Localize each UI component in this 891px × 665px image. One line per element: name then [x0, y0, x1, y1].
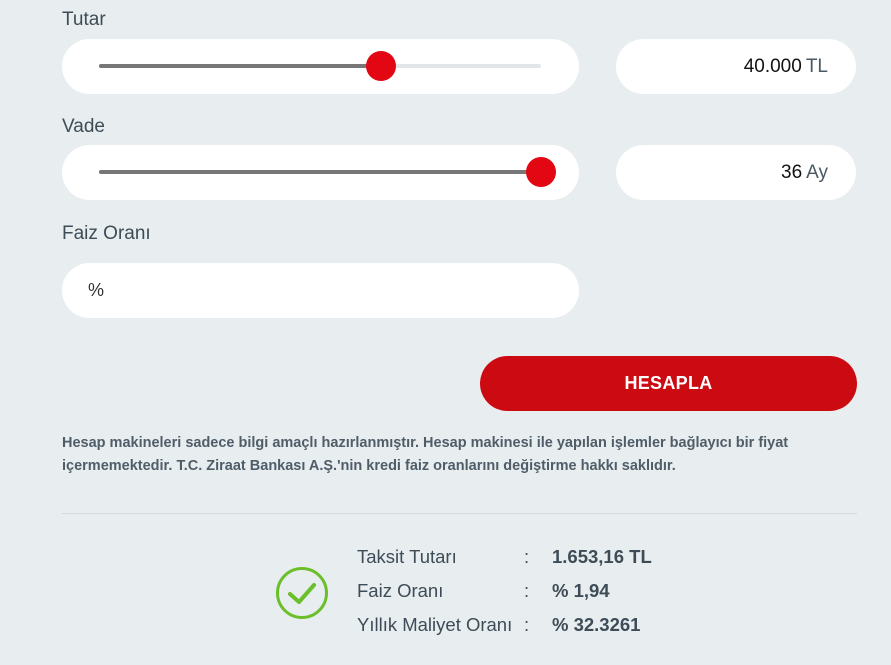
amount-unit: TL	[805, 56, 828, 77]
check-circle-icon	[276, 567, 328, 619]
interest-label: Faiz Oranı	[62, 223, 151, 244]
term-unit: Ay	[806, 162, 828, 183]
result-value: % 32.3261	[552, 614, 641, 635]
divider	[62, 513, 857, 514]
interest-rate-input[interactable]	[88, 263, 548, 318]
disclaimer-text: Hesap makineleri sadece bilgi amaçlı haz…	[62, 435, 789, 474]
term-value-field[interactable]: 36 Ay	[616, 145, 856, 200]
amount-slider-fill	[99, 64, 381, 68]
amount-slider-thumb[interactable]	[365, 51, 396, 81]
term-slider-fill	[99, 170, 541, 174]
amount-slider-container	[62, 39, 579, 94]
amount-label: Tutar	[62, 9, 106, 30]
amount-value: 40.000	[743, 56, 802, 77]
result-colon: :	[524, 614, 530, 635]
term-value: 36	[781, 162, 803, 183]
interest-field-container	[62, 263, 579, 318]
loan-calculator: Tutar 40.000TL Vade 36Ay Faiz Oranı HESA…	[0, 0, 891, 665]
term-slider-container	[62, 145, 579, 200]
calculate-button[interactable]: HESAPLA	[480, 356, 857, 411]
amount-value-field[interactable]: 40.000 TL	[616, 39, 856, 94]
term-label: Vade	[62, 116, 105, 137]
result-label: Taksit Tutarı	[357, 546, 457, 567]
result-value: 1.653,16 TL	[552, 546, 652, 567]
result-label: Yıllık Maliyet Oranı	[357, 614, 513, 635]
term-slider-track[interactable]	[99, 157, 556, 187]
result-colon: :	[524, 580, 530, 601]
result-label: Faiz Oranı	[357, 580, 444, 601]
term-slider-thumb[interactable]	[526, 157, 556, 187]
result-colon: :	[524, 546, 530, 567]
amount-slider-track[interactable]	[99, 51, 541, 81]
result-value: % 1,94	[552, 580, 610, 601]
